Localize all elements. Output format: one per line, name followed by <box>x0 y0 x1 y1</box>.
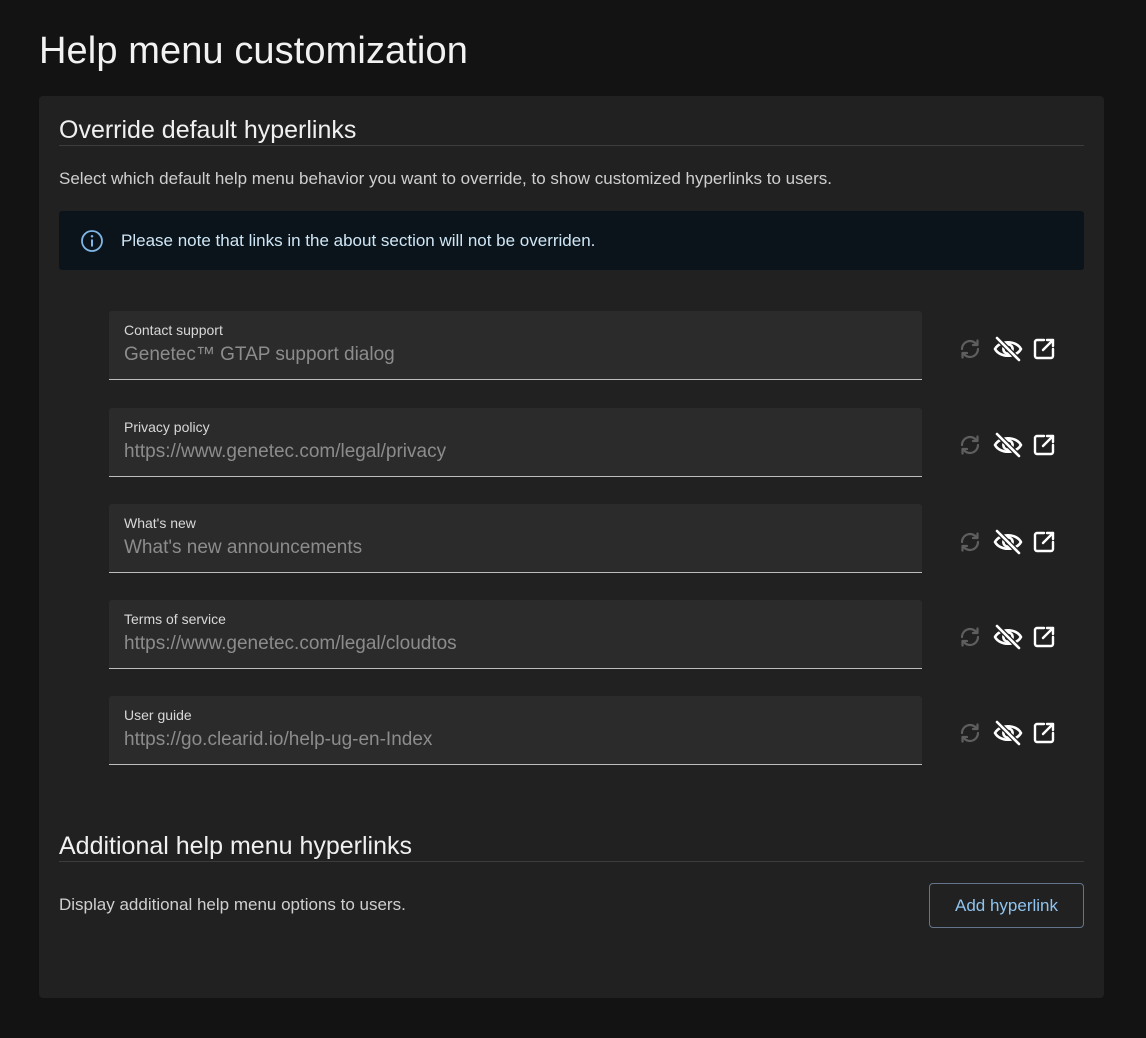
additional-section-description: Display additional help menu options to … <box>59 895 406 914</box>
field-actions <box>957 335 1063 363</box>
field-terms-of-service[interactable]: Terms of service https://www.genetec.com… <box>109 600 922 669</box>
field-actions <box>957 719 1063 747</box>
field-contact-support[interactable]: Contact support Genetec™ GTAP support di… <box>109 311 922 380</box>
field-value[interactable]: Genetec™ GTAP support dialog <box>124 344 395 366</box>
field-actions <box>957 623 1063 651</box>
reset-icon[interactable] <box>957 720 983 746</box>
field-label: Terms of service <box>124 611 226 627</box>
reset-icon[interactable] <box>957 432 983 458</box>
override-section-description: Select which default help menu behavior … <box>59 169 832 188</box>
open-external-icon[interactable] <box>1031 432 1057 458</box>
open-external-icon[interactable] <box>1031 336 1057 362</box>
field-label: Contact support <box>124 322 223 338</box>
info-icon <box>80 229 104 253</box>
field-value[interactable]: https://www.genetec.com/legal/privacy <box>124 441 446 463</box>
eye-off-icon[interactable] <box>993 432 1023 458</box>
reset-icon[interactable] <box>957 529 983 555</box>
field-privacy-policy[interactable]: Privacy policy https://www.genetec.com/l… <box>109 408 922 477</box>
eye-off-icon[interactable] <box>993 624 1023 650</box>
open-external-icon[interactable] <box>1031 529 1057 555</box>
reset-icon[interactable] <box>957 336 983 362</box>
section-divider <box>59 861 1084 862</box>
eye-off-icon[interactable] <box>993 336 1023 362</box>
reset-icon[interactable] <box>957 624 983 650</box>
eye-off-icon[interactable] <box>993 720 1023 746</box>
override-section-title: Override default hyperlinks <box>59 116 357 144</box>
field-value[interactable]: https://www.genetec.com/legal/cloudtos <box>124 633 457 655</box>
field-value[interactable]: What's new announcements <box>124 537 362 559</box>
open-external-icon[interactable] <box>1031 624 1057 650</box>
add-hyperlink-button[interactable]: Add hyperlink <box>929 883 1084 928</box>
field-label: User guide <box>124 707 192 723</box>
field-user-guide[interactable]: User guide https://go.clearid.io/help-ug… <box>109 696 922 765</box>
field-value[interactable]: https://go.clearid.io/help-ug-en-Index <box>124 729 432 751</box>
field-actions <box>957 528 1063 556</box>
field-label: What's new <box>124 515 196 531</box>
field-actions <box>957 431 1063 459</box>
field-label: Privacy policy <box>124 419 210 435</box>
settings-card: Override default hyperlinks Select which… <box>39 96 1104 998</box>
page-title: Help menu customization <box>39 30 468 72</box>
info-banner: Please note that links in the about sect… <box>59 211 1084 270</box>
eye-off-icon[interactable] <box>993 529 1023 555</box>
section-divider <box>59 145 1084 146</box>
additional-section-title: Additional help menu hyperlinks <box>59 832 412 860</box>
field-whats-new[interactable]: What's new What's new announcements <box>109 504 922 573</box>
open-external-icon[interactable] <box>1031 720 1057 746</box>
info-message: Please note that links in the about sect… <box>121 230 596 250</box>
